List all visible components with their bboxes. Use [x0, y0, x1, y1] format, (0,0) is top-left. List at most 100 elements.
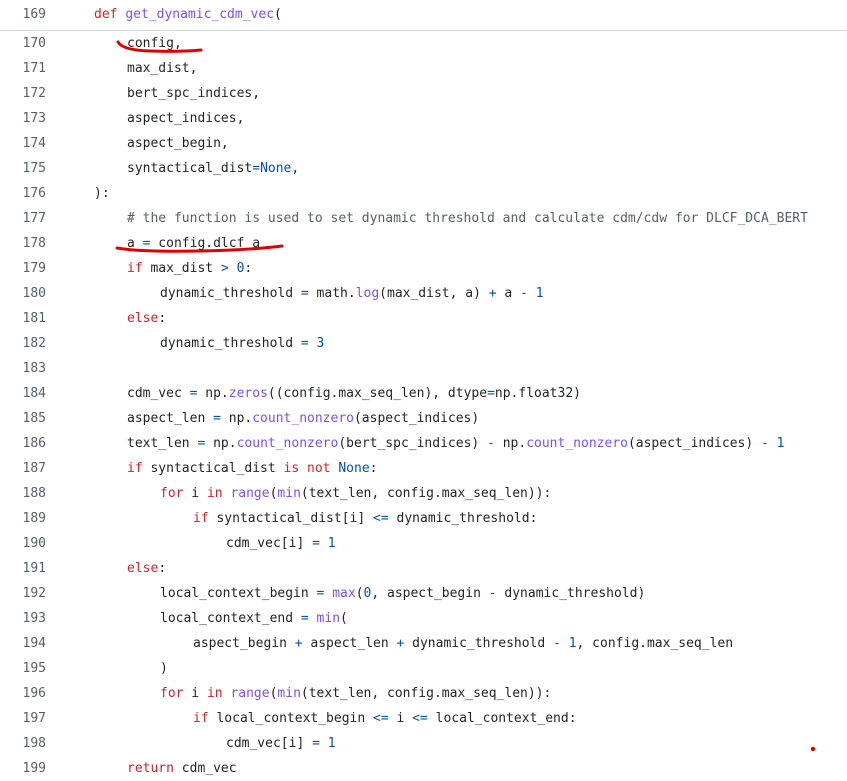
line-number[interactable]: 188 — [0, 481, 46, 506]
line-number[interactable]: 174 — [0, 131, 46, 156]
line-number[interactable]: 169 — [0, 2, 46, 27]
line-number[interactable]: 173 — [0, 106, 46, 131]
line-number[interactable]: 194 — [0, 631, 46, 656]
code-token: : — [244, 261, 253, 276]
line-number[interactable]: 186 — [0, 431, 46, 456]
code-line: 186 text_len = np.count_nonzero(bert_spc_… — [0, 431, 847, 456]
code-token: ( — [355, 586, 364, 601]
line-number[interactable]: 182 — [0, 331, 46, 356]
line-number[interactable]: 184 — [0, 381, 46, 406]
code-token: max_dist, — [127, 61, 198, 76]
code-text: ): — [94, 181, 110, 206]
code-token: <= — [373, 511, 389, 526]
code-token: (text_len, config.max_seq_len)): — [300, 686, 552, 701]
code-token: + — [488, 286, 497, 301]
code-text: dynamic_threshold = math.log(max_dist, a… — [160, 281, 544, 306]
line-number[interactable]: 195 — [0, 656, 46, 681]
line-number[interactable]: 185 — [0, 406, 46, 431]
code-line: 189 if syntactical_dist[i] <= dynamic_thr… — [0, 506, 847, 531]
line-number[interactable]: 171 — [0, 56, 46, 81]
line-number[interactable]: 187 — [0, 456, 46, 481]
code-token: ( — [340, 611, 348, 626]
code-line: 173 aspect_indices, — [0, 106, 847, 131]
code-text: config, — [127, 31, 182, 56]
code-text: max_dist, — [127, 56, 197, 81]
line-number[interactable]: 197 — [0, 706, 46, 731]
code-token: cdm_vec — [127, 386, 190, 401]
code-line: 197 if local_context_begin <= i <= local_… — [0, 706, 847, 731]
code-token: - — [487, 436, 495, 451]
code-line: 193 local_context_end = min( — [0, 606, 847, 631]
sticky-header-line: 169 def get_dynamic_cdm_vec( — [0, 0, 847, 31]
code-line: 181 else: — [0, 306, 847, 331]
code-token: if — [127, 461, 143, 476]
code-token: , — [291, 161, 300, 176]
code-token: = — [312, 736, 320, 751]
code-token: else — [127, 561, 159, 576]
code-text: dynamic_threshold = 3 — [160, 331, 324, 356]
code-text: if syntactical_dist is not None: — [127, 456, 377, 481]
line-number[interactable]: 199 — [0, 756, 46, 781]
code-token: <= — [373, 711, 389, 726]
code-line: 172 bert_spc_indices, — [0, 81, 847, 106]
code-token: = — [300, 286, 309, 301]
code-token: cdm_vec[i] — [226, 536, 313, 551]
code-token: local_context_end: — [427, 711, 577, 726]
code-text: return cdm_vec — [127, 756, 237, 781]
line-number[interactable]: 179 — [0, 256, 46, 281]
code-token: : — [369, 461, 378, 476]
code-line: 194 aspect_begin + aspect_len + dynamic_t… — [0, 631, 847, 656]
code-token: 1 — [776, 436, 785, 451]
code-token: in — [206, 486, 223, 501]
line-number[interactable]: 176 — [0, 181, 46, 206]
code-text: local_context_begin = max(0, aspect_begi… — [160, 581, 645, 606]
line-number[interactable]: 183 — [0, 356, 46, 381]
code-text: aspect_begin + aspect_len + dynamic_thre… — [193, 631, 733, 656]
line-number[interactable]: 180 — [0, 281, 46, 306]
code-token: range — [230, 486, 270, 501]
code-text: aspect_begin, — [127, 131, 229, 156]
line-number[interactable]: 191 — [0, 556, 46, 581]
code-line: 178 a = config.dlcf_a — [0, 231, 847, 256]
line-number[interactable]: 177 — [0, 206, 46, 231]
code-token: for — [160, 486, 184, 501]
code-token: # the function is used to set dynamic th… — [127, 211, 808, 226]
code-line: 169 def get_dynamic_cdm_vec( — [0, 2, 847, 27]
code-token: dynamic_threshold — [160, 286, 301, 301]
code-token: a — [127, 236, 143, 251]
line-number[interactable]: 198 — [0, 731, 46, 756]
code-token: (bert_spc_indices) — [338, 436, 488, 451]
line-number[interactable]: 175 — [0, 156, 46, 181]
code-text: cdm_vec = np.zeros((config.max_seq_len),… — [127, 381, 581, 406]
code-line: 196 for i in range(min(text_len, config.m… — [0, 681, 847, 706]
line-number[interactable]: 178 — [0, 231, 46, 256]
code-token: text_len — [127, 436, 198, 451]
code-token: get_dynamic_cdm_vec — [125, 7, 275, 22]
code-text: cdm_vec[i] = 1 — [226, 531, 336, 556]
code-line: 187 if syntactical_dist is not None: — [0, 456, 847, 481]
line-number[interactable]: 193 — [0, 606, 46, 631]
code-token: aspect_len — [302, 636, 397, 651]
code-token: dynamic_threshold — [160, 336, 301, 351]
line-number[interactable]: 189 — [0, 506, 46, 531]
line-number[interactable]: 181 — [0, 306, 46, 331]
line-number[interactable]: 172 — [0, 81, 46, 106]
code-token: dynamic_threshold: — [388, 511, 538, 526]
code-token: zeros — [228, 386, 268, 401]
code-line: 198 cdm_vec[i] = 1 — [0, 731, 847, 756]
line-number[interactable]: 170 — [0, 31, 46, 56]
code-text: text_len = np.count_nonzero(bert_spc_ind… — [127, 431, 785, 456]
code-text: if max_dist > 0: — [127, 256, 252, 281]
line-number[interactable]: 192 — [0, 581, 46, 606]
code-token: np. — [220, 411, 253, 426]
line-number[interactable]: 190 — [0, 531, 46, 556]
line-number[interactable]: 196 — [0, 681, 46, 706]
code-token: i — [388, 711, 413, 726]
code-text: else: — [127, 306, 166, 331]
code-token: 1 — [327, 536, 336, 551]
code-token: 1 — [568, 636, 577, 651]
code-token: cdm_vec[i] — [226, 736, 313, 751]
